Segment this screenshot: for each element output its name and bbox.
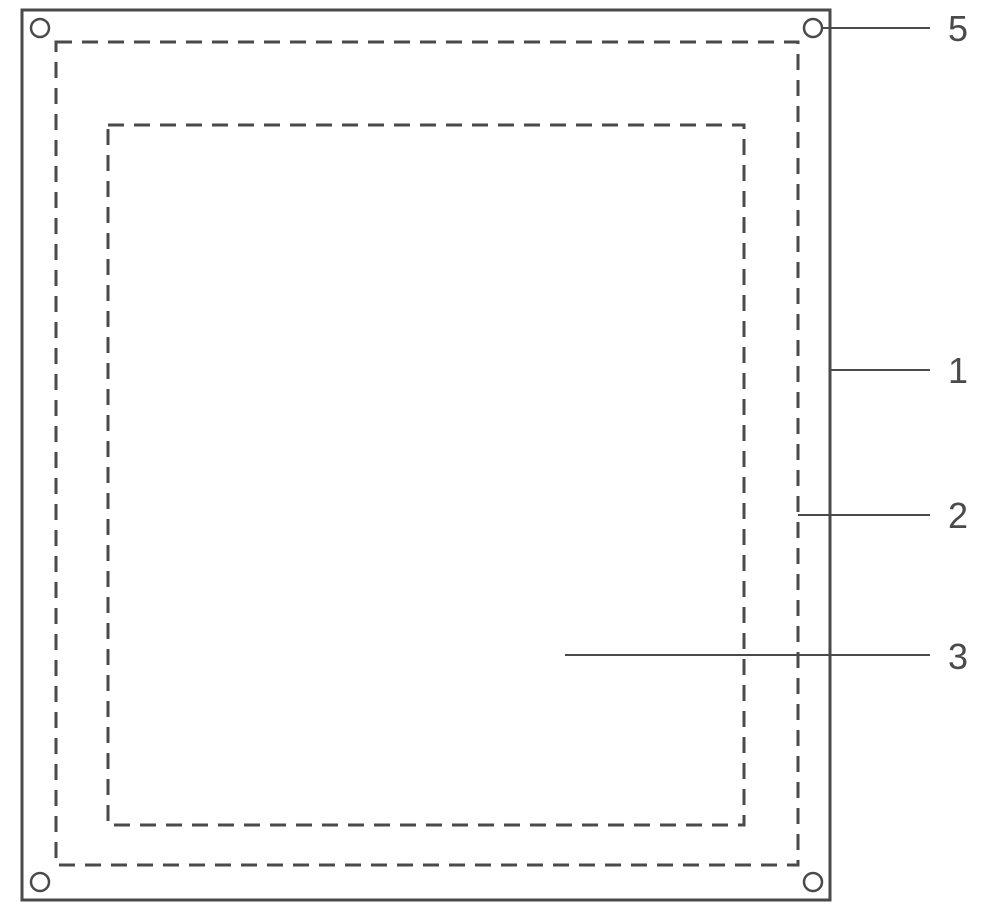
corner-hole (804, 873, 822, 891)
corner-hole (804, 19, 822, 37)
diagram-canvas: 5 1 2 3 (0, 0, 1000, 909)
corner-hole (31, 19, 49, 37)
callout-5: 5 (948, 8, 968, 50)
dashed-outer-rect (56, 42, 798, 865)
outer-frame (22, 10, 830, 900)
callout-2: 2 (948, 495, 968, 537)
corner-hole (31, 873, 49, 891)
dashed-inner-rect (108, 125, 744, 825)
diagram-svg (0, 0, 1000, 909)
callout-3: 3 (948, 636, 968, 678)
callout-1: 1 (948, 350, 968, 392)
